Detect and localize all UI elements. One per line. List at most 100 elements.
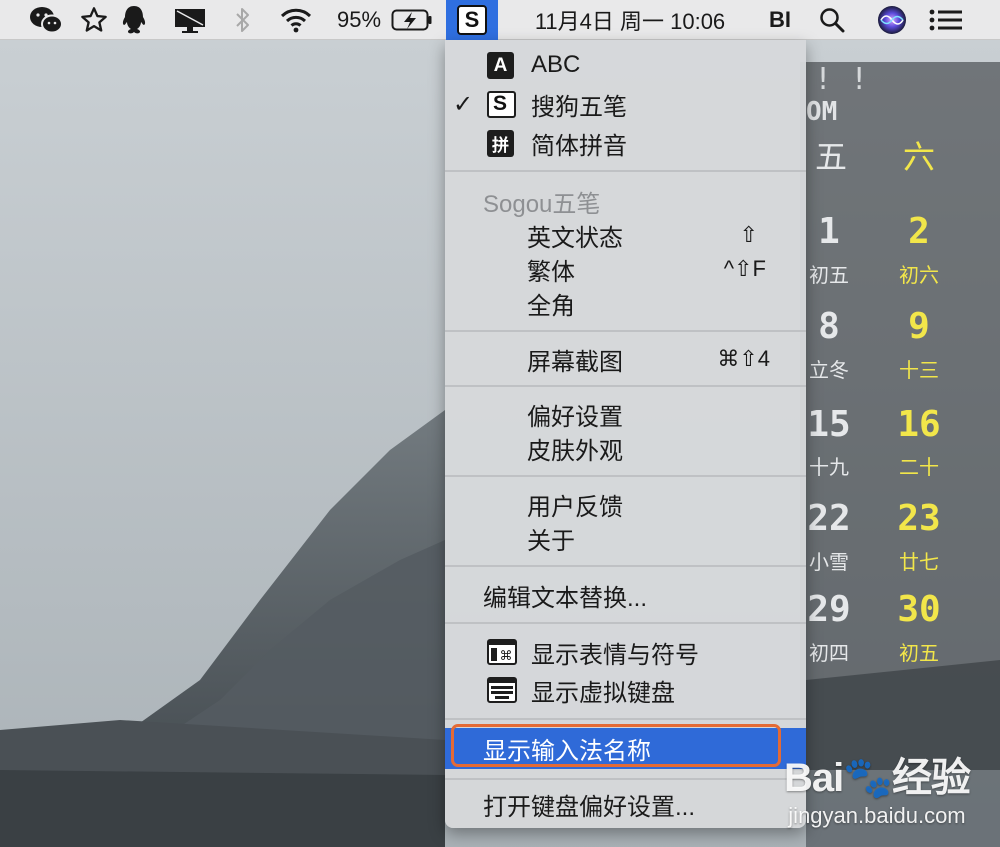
menu-separator	[445, 385, 806, 387]
menu-item-traditional[interactable]: 繁体 ^⇧F	[445, 251, 806, 287]
menu-separator	[445, 622, 806, 624]
calendar-lunar: 廿七	[899, 550, 939, 574]
calendar-lunar: 十三	[899, 358, 939, 382]
calendar-weekday-fri: 五	[814, 138, 847, 176]
menu-separator	[445, 170, 806, 172]
section-title-text: Sogou五笔	[483, 190, 601, 218]
keyboard-viewer-icon	[487, 677, 517, 703]
sogou-s-letter: S	[464, 7, 480, 32]
menu-item-label: 英文状态	[527, 224, 623, 252]
calendar-day[interactable]: 15	[800, 405, 864, 445]
input-source-menu: A ABC ✓ S 搜狗五笔 拼 简体拼音 Sogou五笔 英文状态 ⇧ 繁体 …	[445, 40, 806, 828]
menu-item-show-keyboard[interactable]: 显示虚拟键盘	[445, 672, 806, 708]
calendar-day[interactable]: 22	[800, 499, 864, 539]
menu-section-title: Sogou五笔	[445, 183, 806, 219]
menu-item-show-emoji[interactable]: ⌘ 显示表情与符号	[445, 634, 806, 670]
menu-item-label: 关于	[527, 527, 575, 555]
menu-separator	[445, 565, 806, 567]
star-icon[interactable]	[74, 0, 114, 40]
display-icon[interactable]	[168, 0, 212, 40]
menu-item-label: 搜狗五笔	[531, 93, 627, 121]
menu-separator	[445, 475, 806, 477]
user-initials[interactable]: BI	[760, 0, 800, 40]
emoji-viewer-icon: ⌘	[487, 639, 517, 665]
menu-item-edit-text-replacement[interactable]: 编辑文本替换...	[445, 577, 806, 613]
calendar-day[interactable]: 29	[800, 590, 864, 630]
battery-icon[interactable]	[388, 0, 436, 40]
menu-item-label: 全角	[527, 292, 575, 320]
menu-item-label: ABC	[531, 51, 581, 78]
menu-item-label: 显示表情与符号	[531, 641, 699, 669]
calendar-day[interactable]: 9	[884, 307, 954, 347]
menu-item-label: 简体拼音	[531, 132, 627, 160]
battery-percent[interactable]: 95%	[332, 0, 386, 40]
search-icon[interactable]	[814, 0, 850, 40]
menu-item-label: 显示虚拟键盘	[531, 679, 675, 707]
menu-separator	[445, 718, 806, 720]
menu-item-label: 繁体	[527, 258, 575, 286]
calendar-day[interactable]: 2	[884, 212, 954, 252]
clock-text: 11月4日 周一 10:06	[534, 9, 726, 34]
menu-separator	[445, 778, 806, 780]
menu-item-label: 用户反馈	[527, 493, 623, 521]
calendar-day[interactable]: 30	[884, 590, 954, 630]
calendar-widget: ! ! OM 五 六 1 初五 2 初六 8 立冬 9 十三 15 十九 16 …	[800, 62, 1000, 770]
calendar-day[interactable]: 16	[884, 405, 954, 445]
calendar-lunar: 小雪	[809, 550, 849, 574]
menu-item-label: 打开键盘偏好设置...	[483, 793, 696, 821]
bluetooth-icon[interactable]	[228, 0, 258, 40]
baidu-watermark: Bai🐾经验 jingyan.baidu.com	[783, 745, 971, 829]
sogou-s-icon: S	[457, 5, 487, 35]
menu-item-label: 编辑文本替换...	[483, 584, 648, 612]
menu-item-abc[interactable]: A ABC	[445, 47, 806, 83]
checkmark-icon: ✓	[453, 90, 474, 118]
calendar-lunar: 十九	[809, 455, 849, 479]
menu-item-fullwidth[interactable]: 全角	[445, 285, 806, 321]
abc-icon: A	[487, 52, 514, 79]
svg-text:⌘: ⌘	[500, 649, 513, 664]
calendar-day[interactable]: 23	[884, 499, 954, 539]
calendar-lunar: 初五	[809, 263, 849, 287]
menu-item-sogou-wubi[interactable]: ✓ S 搜狗五笔	[445, 86, 806, 122]
shortcut-text: ⇧	[739, 222, 758, 247]
list-icon[interactable]	[924, 0, 968, 40]
menu-item-label: 皮肤外观	[527, 437, 623, 465]
calendar-day[interactable]: 8	[800, 307, 864, 347]
shortcut-text: ^⇧F	[723, 256, 766, 281]
pinyin-icon: 拼	[487, 130, 514, 157]
calendar-lunar: 立冬	[809, 358, 849, 382]
baidu-url: jingyan.baidu.com	[788, 803, 966, 828]
menu-item-label: 偏好设置	[527, 403, 623, 431]
calendar-day[interactable]: 1	[800, 212, 864, 252]
menu-item-feedback[interactable]: 用户反馈	[445, 486, 806, 522]
calendar-month-fragment: OM	[806, 97, 838, 127]
baidu-logo: Bai🐾经验	[783, 756, 971, 800]
menu-separator	[445, 330, 806, 332]
annotation-highlight-ring	[451, 724, 781, 767]
menu-item-skin[interactable]: 皮肤外观	[445, 430, 806, 466]
calendar-lunar: 二十	[899, 455, 939, 479]
menu-item-simplified-pinyin[interactable]: 拼 简体拼音	[445, 125, 806, 161]
qq-icon[interactable]	[116, 0, 152, 40]
menu-bar: 95% S 11月4日 周一 10:06 BI	[0, 0, 1000, 40]
user-initials-text: BI	[769, 7, 791, 32]
calendar-lunar: 初五	[899, 641, 939, 665]
clock[interactable]: 11月4日 周一 10:06	[510, 0, 750, 40]
wifi-icon[interactable]	[276, 0, 316, 40]
wechat-icon[interactable]	[24, 0, 68, 40]
calendar-top-fragment: ! !	[814, 62, 869, 97]
sogou-icon-letter: S	[493, 92, 508, 115]
menu-item-preferences[interactable]: 偏好设置	[445, 396, 806, 432]
shortcut-text: ⌘⇧4	[717, 346, 770, 371]
calendar-weekday-sat: 六	[902, 138, 935, 176]
sogou-input-icon[interactable]: S	[446, 0, 498, 40]
calendar-lunar: 初六	[899, 263, 939, 287]
menu-item-open-keyboard-prefs[interactable]: 打开键盘偏好设置...	[445, 786, 806, 822]
calendar-lunar: 初四	[809, 641, 849, 665]
menu-item-english-mode[interactable]: 英文状态 ⇧	[445, 217, 806, 253]
menu-item-label: 屏幕截图	[527, 348, 623, 376]
menu-item-about[interactable]: 关于	[445, 520, 806, 556]
siri-icon[interactable]	[872, 0, 912, 40]
battery-percent-text: 95%	[336, 7, 382, 32]
menu-item-screenshot[interactable]: 屏幕截图 ⌘⇧4	[445, 341, 806, 377]
